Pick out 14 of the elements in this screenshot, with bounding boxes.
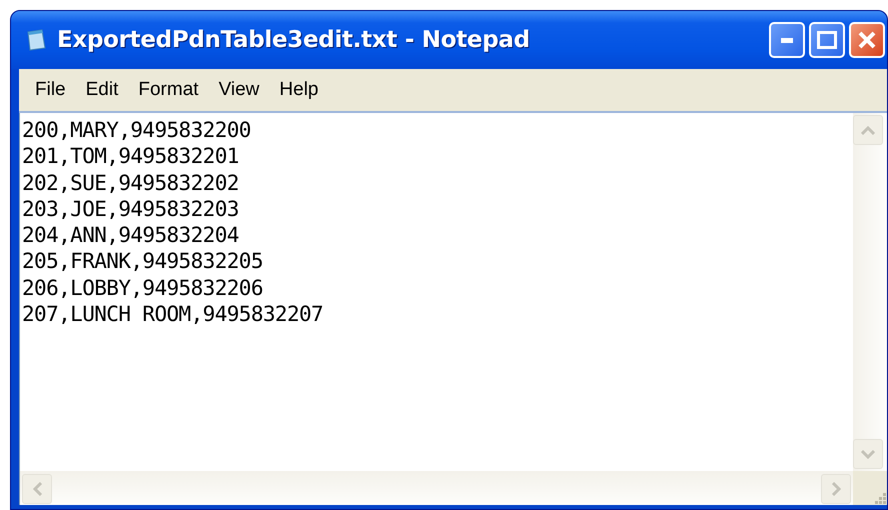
text-line: 203,JOE,9495832203 — [22, 196, 240, 222]
window-title: ExportedPdnTable3edit.txt - Notepad — [57, 27, 531, 53]
menu-item[interactable]: Help — [269, 75, 328, 105]
text-line: 200,MARY,9495832200 — [22, 117, 252, 144]
text-line: 204,ANN,9495832204 — [22, 222, 240, 248]
text-line: 205,FRANK,9495832205 — [22, 248, 264, 275]
menu-item[interactable]: Format — [128, 75, 209, 105]
text-line: 201,TOM,9495832201 — [22, 143, 240, 170]
menu-item[interactable]: File — [25, 75, 76, 105]
menu-item[interactable]: View — [208, 75, 270, 105]
text-line: 202,SUE,9495832202 — [22, 170, 240, 196]
menu-item[interactable]: Edit — [76, 75, 128, 105]
text-line: 207,LUNCH ROOM,9495832207 — [22, 301, 324, 328]
text-line: 206,LOBBY,9495832206 — [22, 274, 264, 302]
